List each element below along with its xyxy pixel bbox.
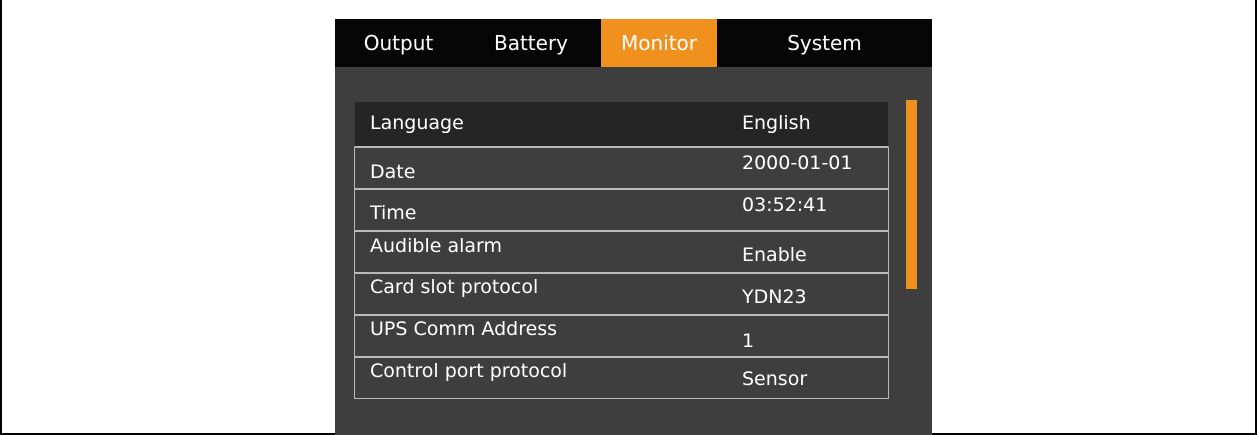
tab-bar: Output Battery Monitor System	[335, 19, 932, 67]
setting-value: English	[742, 112, 811, 134]
setting-row-ups-comm-address[interactable]: UPS Comm Address 1	[354, 315, 889, 357]
settings-list: Language English Date 2000-01-01 Time 03…	[354, 101, 889, 399]
setting-row-audible-alarm[interactable]: Audible alarm Enable	[354, 231, 889, 273]
setting-label: Date	[370, 161, 416, 183]
tab-system[interactable]: System	[717, 19, 932, 67]
setting-value: 1	[742, 330, 755, 352]
setting-value: Sensor	[742, 368, 808, 390]
tab-battery[interactable]: Battery	[467, 19, 595, 67]
setting-row-language[interactable]: Language English	[354, 101, 889, 147]
setting-value: 2000-01-01	[742, 152, 853, 174]
setting-row-control-port-protocol[interactable]: Control port protocol Sensor	[354, 357, 889, 399]
tab-monitor[interactable]: Monitor	[601, 19, 717, 67]
setting-label: Card slot protocol	[370, 276, 539, 298]
setting-row-date[interactable]: Date 2000-01-01	[354, 147, 889, 189]
setting-row-card-slot-protocol[interactable]: Card slot protocol YDN23	[354, 273, 889, 315]
setting-label: Time	[370, 202, 417, 224]
setting-label: Language	[370, 112, 464, 134]
setting-value: 03:52:41	[742, 194, 828, 216]
scrollbar-thumb[interactable]	[906, 100, 917, 289]
setting-label: Control port protocol	[370, 360, 568, 382]
setting-label: UPS Comm Address	[370, 318, 558, 340]
ups-settings-screen: Output Battery Monitor System Language E…	[335, 19, 932, 435]
setting-row-time[interactable]: Time 03:52:41	[354, 189, 889, 231]
setting-value: YDN23	[742, 286, 807, 308]
setting-value: Enable	[742, 244, 807, 266]
setting-label: Audible alarm	[370, 235, 502, 257]
tab-output[interactable]: Output	[335, 19, 462, 67]
